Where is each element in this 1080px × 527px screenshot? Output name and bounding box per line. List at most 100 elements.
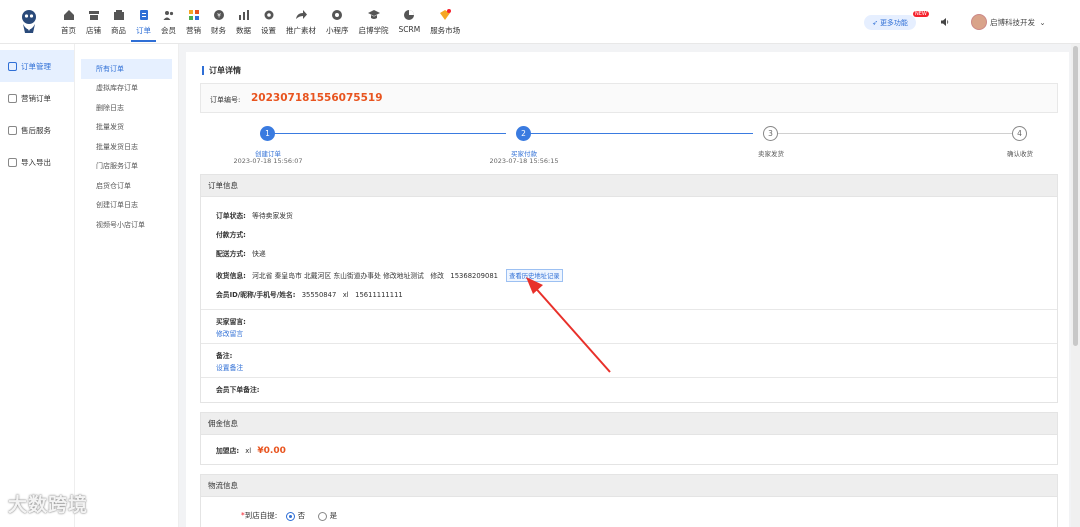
commission-row: 加盟店: xl ¥0.00 bbox=[216, 445, 286, 456]
import-export-icon bbox=[8, 157, 17, 167]
step-3-label: 卖家发货 bbox=[758, 150, 784, 158]
scrm-icon bbox=[404, 10, 415, 20]
nav-item-goods[interactable]: 商品 bbox=[106, 6, 131, 42]
delivery-method-row: 配送方式: 快递 bbox=[216, 248, 266, 258]
nav-item-data[interactable]: 数据 bbox=[231, 6, 256, 42]
market-icon bbox=[440, 9, 452, 20]
logo-icon[interactable] bbox=[18, 9, 40, 35]
chevron-down-icon: ⌄ bbox=[1039, 18, 1046, 27]
watermark-text: 大数跨境 bbox=[8, 494, 89, 516]
submenu-item[interactable]: 批量发货 bbox=[81, 118, 172, 138]
marketing-icon bbox=[188, 10, 199, 20]
nav-item-label: 营销 bbox=[186, 26, 201, 35]
watermark-logo: 大数跨境 bbox=[8, 490, 88, 517]
scrollbar-thumb[interactable] bbox=[1073, 46, 1078, 346]
submenu-item[interactable]: 创建订单日志 bbox=[81, 196, 172, 216]
delivery-method-label: 配送方式: bbox=[216, 250, 246, 258]
nav-item-label: 服务市场 bbox=[430, 26, 461, 35]
order-icon bbox=[139, 10, 148, 20]
divider bbox=[201, 309, 1057, 310]
nav-item-miniprogram[interactable]: 小程序 bbox=[321, 6, 354, 42]
payment-method-label: 付款方式: bbox=[216, 231, 246, 239]
sidebar-item-label: 订单管理 bbox=[21, 61, 51, 71]
nav-item-academy[interactable]: 启博学院 bbox=[354, 6, 394, 42]
divider bbox=[201, 377, 1057, 378]
pickup-yes-radio[interactable] bbox=[317, 511, 327, 521]
submenu-item[interactable]: 视频号小店订单 bbox=[81, 215, 172, 235]
submenu-item[interactable]: 所有订单 bbox=[81, 59, 172, 79]
speaker-icon[interactable] bbox=[940, 17, 950, 27]
order-number-box: 订单编号: 202307181556075519 bbox=[200, 83, 1058, 113]
nav-item-member[interactable]: 会员 bbox=[156, 6, 181, 42]
franchise-store-name: xl bbox=[245, 447, 252, 455]
order-info-section: 订单信息 订单状态: 等待卖家发货 付款方式: 配送方式: 快递 收货信息: 河… bbox=[200, 174, 1058, 403]
logistics-section: 物流信息 *到店自提: 否 是 bbox=[200, 474, 1058, 527]
goods-icon bbox=[113, 10, 124, 20]
nav-item-label: 推广素材 bbox=[286, 26, 316, 35]
logistics-heading: 物流信息 bbox=[201, 475, 1057, 497]
step-1-circle: 1 bbox=[260, 126, 275, 141]
pickup-no-label[interactable]: 否 bbox=[298, 511, 306, 520]
nav-item-finance[interactable]: ¥ 财务 bbox=[206, 6, 231, 42]
member-icon bbox=[163, 11, 173, 20]
view-address-history-button[interactable]: 查看历史地址记录 bbox=[506, 269, 563, 282]
nav-item-label: 设置 bbox=[261, 26, 276, 35]
nav-item-market[interactable]: 服务市场 bbox=[425, 6, 465, 42]
after-sales-icon bbox=[8, 125, 17, 135]
sidebar-item-after-sales[interactable]: 售后服务 bbox=[0, 114, 74, 146]
nav-item-label: 店铺 bbox=[86, 26, 101, 35]
order-status-row: 订单状态: 等待卖家发货 bbox=[216, 210, 293, 220]
nav-item-home[interactable]: 首页 bbox=[56, 6, 81, 42]
step-connector bbox=[529, 133, 753, 134]
step-4-label: 确认收货 bbox=[1007, 150, 1033, 158]
sidebar-item-label: 售后服务 bbox=[21, 125, 51, 135]
step-2-time: 2023-07-18 15:56:15 bbox=[489, 157, 559, 165]
primary-sidebar: 订单管理营销订单售后服务导入导出 bbox=[0, 44, 75, 527]
nav-item-marketing[interactable]: 营销 bbox=[181, 6, 206, 42]
pickup-no-radio[interactable] bbox=[285, 511, 295, 521]
step-connector bbox=[268, 133, 506, 134]
member-info-label: 会员ID/昵称/手机号/姓名: bbox=[216, 291, 296, 299]
academy-icon bbox=[367, 10, 380, 19]
set-note-link[interactable]: 设置备注 bbox=[216, 362, 243, 372]
user-menu[interactable]: 启博科技开发 ⌄ bbox=[990, 17, 1046, 28]
submenu-item[interactable]: 删除日志 bbox=[81, 98, 172, 118]
top-navbar: 首页 店铺 商品 订单 会员 营销 ¥ 财务 数据 设置 推广素材 小程序 启博学院 SCRM 服务市场 ➶… bbox=[0, 0, 1080, 44]
nav-item-share[interactable]: 推广素材 bbox=[281, 6, 321, 42]
submenu-item[interactable]: 门店服务订单 bbox=[81, 157, 172, 177]
submenu-item[interactable]: 虚拟库存订单 bbox=[81, 79, 172, 99]
sidebar-item-import-export[interactable]: 导入导出 bbox=[0, 146, 74, 178]
pickup-yes-label[interactable]: 是 bbox=[330, 511, 338, 520]
rocket-icon: ➶ bbox=[872, 18, 878, 27]
payment-method-row: 付款方式: bbox=[216, 229, 246, 239]
finance-icon: ¥ bbox=[213, 10, 224, 20]
sidebar-item-order-manage[interactable]: 订单管理 bbox=[0, 50, 74, 82]
order-detail-panel: 订单详情 订单编号: 202307181556075519 1 创建订单 2023-… bbox=[186, 52, 1069, 527]
more-features-button[interactable]: ➶ 更多功能 bbox=[864, 15, 916, 30]
note-row: 备注: bbox=[216, 350, 232, 360]
edit-message-link[interactable]: 修改留言 bbox=[216, 328, 243, 338]
franchise-store-label: 加盟店: bbox=[216, 447, 240, 455]
shipping-address-label: 收货信息: bbox=[216, 272, 246, 280]
divider bbox=[201, 343, 1057, 344]
order-number-label: 订单编号: bbox=[210, 96, 241, 104]
avatar[interactable] bbox=[971, 14, 987, 30]
submenu-item[interactable]: 启货仓订单 bbox=[81, 176, 172, 196]
sidebar-item-marketing-order[interactable]: 营销订单 bbox=[0, 82, 74, 114]
store-icon bbox=[88, 11, 99, 20]
submenu-item[interactable]: 批量发货日志 bbox=[81, 137, 172, 157]
home-icon bbox=[63, 10, 74, 20]
pickup-row: *到店自提: 否 是 bbox=[241, 510, 337, 521]
nav-item-scrm[interactable]: SCRM bbox=[394, 6, 426, 42]
nav-item-store[interactable]: 店铺 bbox=[81, 6, 106, 42]
nav-item-order[interactable]: 订单 bbox=[131, 6, 156, 42]
delivery-method-value: 快递 bbox=[252, 250, 266, 258]
order-number: 202307181556075519 bbox=[251, 92, 383, 104]
order-status-label: 订单状态: bbox=[216, 212, 246, 220]
secondary-sidebar: 所有订单 虚拟库存订单 删除日志 批量发货 批量发货日志 门店服务订单 启货仓订单 创建订单日… bbox=[75, 44, 179, 527]
commission-section: 佣金信息 加盟店: xl ¥0.00 bbox=[200, 412, 1058, 465]
nav-item-settings[interactable]: 设置 bbox=[256, 6, 281, 42]
nav-item-label: 会员 bbox=[161, 26, 176, 35]
nav-item-label: 数据 bbox=[236, 26, 251, 35]
pickup-label: 到店自提: bbox=[244, 511, 278, 520]
